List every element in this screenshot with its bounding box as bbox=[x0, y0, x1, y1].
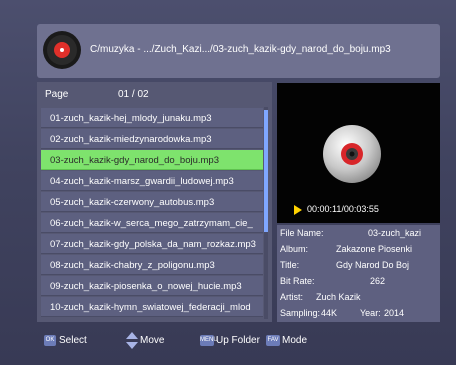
list-item[interactable]: 04-zuch_kazik-marsz_gwardii_ludowej.mp3 bbox=[41, 171, 263, 191]
scrollbar-thumb[interactable] bbox=[264, 110, 268, 232]
title-label: Title: bbox=[280, 260, 300, 270]
menu-key-icon: MENU bbox=[200, 335, 218, 346]
list-item-label: 01-zuch_kazik-hej_mlody_junaku.mp3 bbox=[50, 113, 212, 124]
list-item[interactable]: 07-zuch_kazik-gdy_polska_da_nam_rozkaz.m… bbox=[41, 234, 263, 254]
year-label: Year: bbox=[360, 308, 381, 318]
playback-time: 00:00:11/00:03:55 bbox=[307, 204, 379, 214]
page-indicator: Page 01 / 02 bbox=[40, 86, 269, 104]
list-item-label: 08-zuch_kazik-chabry_z_poligonu.mp3 bbox=[50, 260, 215, 271]
list-item-label: 09-zuch_kazik-piosenka_o_nowej_hucie.mp3 bbox=[50, 281, 242, 292]
list-item-label: 02-zuch_kazik-miedzynarodowka.mp3 bbox=[50, 134, 212, 145]
bitrate-label: Bit Rate: bbox=[280, 276, 315, 286]
ok-key-icon: OK bbox=[44, 335, 56, 346]
list-item-label: 05-zuch_kazik-czerwony_autobus.mp3 bbox=[50, 197, 215, 208]
album-value: Zakazone Piosenki bbox=[336, 244, 413, 254]
select-hint: Select bbox=[59, 335, 87, 346]
list-item-label: 03-zuch_kazik-gdy_narod_do_boju.mp3 bbox=[50, 155, 220, 166]
sampling-label: Sampling: bbox=[280, 308, 321, 318]
file-name-value: 03-zuch_kazi bbox=[368, 228, 422, 238]
artist-label: Artist: bbox=[280, 292, 304, 302]
list-item[interactable]: 09-zuch_kazik-piosenka_o_nowej_hucie.mp3 bbox=[41, 276, 263, 296]
fav-key-icon: FAV bbox=[266, 335, 280, 346]
title-value: Gdy Narod Do Boj bbox=[336, 260, 410, 270]
list-item[interactable]: 08-zuch_kazik-chabry_z_poligonu.mp3 bbox=[41, 255, 263, 275]
bitrate-value: 262 bbox=[370, 276, 386, 286]
mode-hint: Mode bbox=[282, 335, 308, 346]
artist-value: Zuch Kazik bbox=[316, 292, 361, 302]
page-value: 01 / 02 bbox=[118, 89, 149, 100]
sampling-value: 44K bbox=[321, 308, 338, 318]
cd-icon bbox=[323, 125, 381, 183]
list-item-label: 07-zuch_kazik-gdy_polska_da_nam_rozkaz.m… bbox=[50, 239, 256, 250]
list-item-label: 04-zuch_kazik-marsz_gwardii_ludowej.mp3 bbox=[50, 176, 234, 187]
list-item[interactable]: 10-zuch_kazik-hymn_swiatowej_federacji_m… bbox=[41, 297, 263, 317]
file-name-label: File Name: bbox=[280, 228, 324, 238]
album-label: Album: bbox=[280, 244, 309, 254]
play-icon bbox=[294, 205, 302, 215]
list-item-label: 06-zuch_kazik-w_serca_mego_zatrzymam_cie… bbox=[50, 218, 253, 229]
list-item[interactable]: 02-zuch_kazik-miedzynarodowka.mp3 bbox=[41, 129, 263, 149]
move-hint: Move bbox=[140, 335, 165, 346]
up-folder-hint: Up Folder bbox=[216, 335, 260, 346]
list-item-label: 10-zuch_kazik-hymn_swiatowej_federacji_m… bbox=[50, 302, 251, 313]
list-item-selected[interactable]: 03-zuch_kazik-gdy_narod_do_boju.mp3 bbox=[41, 150, 263, 170]
music-disc-icon bbox=[43, 31, 81, 69]
list-item[interactable]: 05-zuch_kazik-czerwony_autobus.mp3 bbox=[41, 192, 263, 212]
page-label: Page bbox=[45, 89, 69, 100]
list-item[interactable]: 06-zuch_kazik-w_serca_mego_zatrzymam_cie… bbox=[41, 213, 263, 233]
updown-arrows-icon bbox=[126, 332, 138, 349]
current-path: C/muzyka - .../Zuch_Kazi.../03-zuch_kazi… bbox=[90, 44, 391, 55]
year-value: 2014 bbox=[384, 308, 405, 318]
list-item[interactable]: 01-zuch_kazik-hej_mlody_junaku.mp3 bbox=[41, 108, 263, 128]
